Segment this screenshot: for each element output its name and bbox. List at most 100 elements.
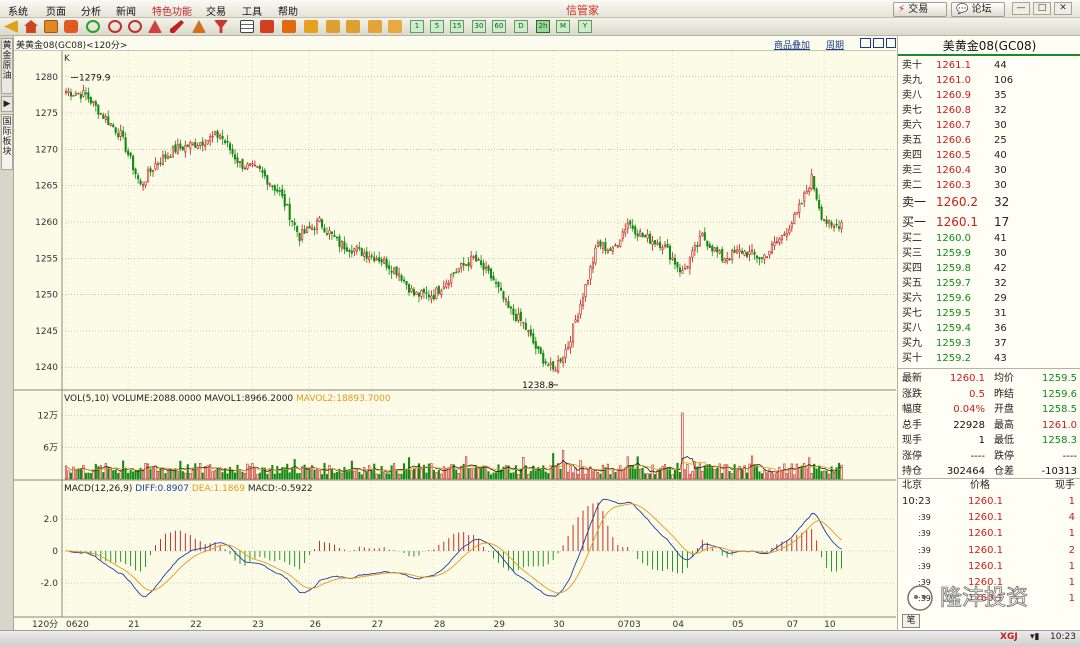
price-chart[interactable]: 1280 1275 1270 1265 1260 1255 1250 1245 1240 K 127… [14,51,896,630]
notes-icon[interactable] [368,20,382,33]
maximize-icon[interactable]: □ [1033,2,1051,15]
period-120min-icon[interactable]: 2h [536,20,550,33]
ask-row[interactable]: 卖七 1260.8 32 [898,103,1080,118]
kline-icon[interactable] [260,20,274,33]
zoom-in-icon[interactable] [108,20,122,33]
candle-body [146,169,150,183]
chart-tool-icon[interactable] [148,20,162,33]
volume-ma1: MAVOL1:8966.2000 [204,394,296,404]
news-icon[interactable] [64,20,78,33]
candle-body [601,242,604,249]
info-icon[interactable] [326,20,340,33]
bid-volume: 43 [994,353,1007,364]
macd-tick-label: -2.0 [40,579,58,589]
period-30min-icon[interactable]: 30 [472,20,486,33]
period-1min-icon[interactable]: 1 [410,20,424,33]
tick-footer-tab[interactable]: 笔 [902,614,920,628]
trade-button[interactable]: ⚡ 交易 [893,2,947,17]
volume-bar [432,469,435,480]
volume-bar [221,472,224,480]
filter-icon[interactable] [214,20,228,33]
tab-international[interactable]: 国际板块 [1,114,13,170]
period-5min-icon[interactable]: 5 [430,20,444,33]
menu-page[interactable]: 页面 [46,3,66,18]
bell-icon[interactable] [192,20,206,33]
menu-system[interactable]: 系统 [8,3,28,18]
ask-row[interactable]: 卖四 1260.5 40 [898,148,1080,163]
ask-row[interactable]: 卖五 1260.6 25 [898,133,1080,148]
bid-row[interactable]: 买三 1259.9 30 [898,246,1080,261]
back-arrow-icon[interactable] [4,20,18,33]
menu-analysis[interactable]: 分析 [81,3,101,18]
layout-2-icon[interactable] [873,38,884,48]
quote-panel: 美黄金08(GC08) 卖十 1261.1 44 卖九 1261.0 106 卖八 1260.… [897,36,1080,630]
list-icon[interactable] [346,20,360,33]
period-year-icon[interactable]: Y [578,20,592,33]
bid-row[interactable]: 买四 1259.8 42 [898,261,1080,276]
bid-row[interactable]: 买十 1259.2 43 [898,351,1080,366]
bid-row[interactable]: 买二 1260.0 41 [898,231,1080,246]
refresh-icon[interactable] [86,20,100,33]
tick-row: :39 1260.1 1 [898,526,1080,542]
ask-row[interactable]: 卖二 1260.3 30 [898,178,1080,193]
candle-body [236,157,239,164]
volume-bar [430,463,433,480]
menu-tools[interactable]: 工具 [242,3,262,18]
volume-bar [189,473,192,480]
volume-bar [741,469,744,480]
left-expand-icon[interactable]: ▶ [1,96,13,112]
bid-volume: 31 [994,308,1007,319]
bid-row[interactable]: 买九 1259.3 37 [898,336,1080,351]
bid-row[interactable]: 买六 1259.6 29 [898,291,1080,306]
period-60min-icon[interactable]: 60 [492,20,506,33]
volume-bar [487,471,490,480]
close-icon[interactable]: ✕ [1054,2,1072,15]
left-sidebar: 黄金原油 ▶ 国际板块 [0,36,14,630]
period-15min-icon[interactable]: 15 [450,20,464,33]
menu-help[interactable]: 帮助 [278,3,298,18]
volume-bar [758,471,761,480]
candle-body [460,262,463,269]
f10-icon[interactable] [304,20,318,33]
menu-news[interactable]: 新闻 [116,3,136,18]
bid-price: 1259.2 [936,353,971,364]
period-month-icon[interactable]: M [556,20,570,33]
draw-pen-icon[interactable] [170,20,184,33]
candle-body [358,247,361,249]
menu-trade[interactable]: 交易 [206,3,226,18]
bid-row[interactable]: 买五 1259.7 32 [898,276,1080,291]
minimize-icon[interactable]: — [1012,2,1030,15]
forum-button[interactable]: 💬 论坛 [951,2,1005,17]
ask-row[interactable]: 卖六 1260.7 30 [898,118,1080,133]
table-view-icon[interactable] [240,20,254,33]
tick-row: 10:23 1260.1 1 [898,494,1080,510]
candle-body [201,141,204,146]
layout-3-icon[interactable] [886,38,896,48]
bid-row[interactable]: 买一 1260.1 17 [898,213,1080,231]
overlay-link[interactable]: 商品叠加 [774,38,810,51]
period-day-icon[interactable]: D [514,20,528,33]
candle-body [306,226,309,233]
candle-body [238,161,242,163]
home-icon[interactable] [24,20,38,33]
ask-row[interactable]: 卖八 1260.9 35 [898,88,1080,103]
candle-body [790,222,793,228]
volume-bar [584,473,587,480]
ask-row[interactable]: 卖十 1261.1 44 [898,58,1080,73]
menu-special[interactable]: 特色功能 [152,3,192,18]
report-icon[interactable] [44,20,58,33]
calendar-icon[interactable] [388,20,402,33]
ask-row[interactable]: 卖三 1260.4 30 [898,163,1080,178]
volume-bar [678,471,681,480]
candle-body [462,262,465,266]
tab-gold-oil[interactable]: 黄金原油 [1,38,13,94]
indicator-icon[interactable] [282,20,296,33]
bid-row[interactable]: 买八 1259.4 36 [898,321,1080,336]
bid-row[interactable]: 买七 1259.5 31 [898,306,1080,321]
zoom-out-icon[interactable] [128,20,142,33]
period-link[interactable]: 周期 [826,38,844,51]
ask-row[interactable]: 卖一 1260.2 32 [898,193,1080,211]
volume-bar [688,474,691,480]
ask-row[interactable]: 卖九 1261.0 106 [898,73,1080,88]
layout-1-icon[interactable] [860,38,871,48]
